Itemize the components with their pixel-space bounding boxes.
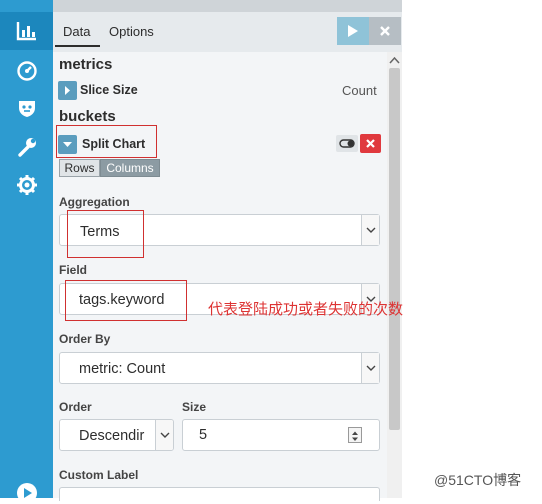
stepper-arrows-icon bbox=[352, 431, 358, 441]
chevron-down-icon bbox=[160, 432, 170, 438]
watermark: @51CTO博客 bbox=[434, 472, 522, 488]
side-nav bbox=[0, 0, 53, 503]
field-highlight bbox=[65, 280, 187, 321]
aggregation-label: Aggregation bbox=[59, 195, 130, 209]
agg-enable-toggle[interactable] bbox=[336, 135, 358, 152]
field-label: Field bbox=[59, 263, 88, 277]
toggle-icon bbox=[339, 139, 355, 148]
chevron-right-icon bbox=[65, 86, 70, 95]
custom-label-input[interactable] bbox=[59, 487, 380, 501]
custom-label-label: Custom Label bbox=[59, 468, 139, 482]
size-stepper[interactable] bbox=[348, 427, 362, 443]
tab-options[interactable]: Options bbox=[109, 24, 154, 39]
order-by-dropdown[interactable] bbox=[361, 353, 379, 383]
aggregation-dropdown[interactable] bbox=[361, 215, 379, 245]
gear-icon[interactable] bbox=[16, 174, 38, 196]
remove-agg-button[interactable] bbox=[360, 134, 381, 153]
discard-button[interactable] bbox=[369, 17, 401, 45]
slice-size-toggle[interactable] bbox=[58, 81, 77, 100]
tab-data[interactable]: Data bbox=[63, 24, 90, 39]
size-label: Size bbox=[182, 400, 207, 414]
order-label: Order bbox=[59, 400, 92, 414]
tab-data-underline bbox=[55, 45, 100, 47]
dashboard-icon[interactable] bbox=[16, 60, 38, 82]
order-by-value: metric: Count bbox=[79, 361, 166, 377]
order-value: Descendir bbox=[79, 428, 145, 444]
panel-top-strip bbox=[53, 0, 402, 12]
field-annotation: 代表登陆成功或者失败的次数 bbox=[208, 301, 404, 318]
buckets-heading: buckets bbox=[59, 108, 116, 125]
metrics-heading: metrics bbox=[59, 56, 113, 73]
play-icon[interactable] bbox=[16, 482, 38, 504]
size-value: 5 bbox=[199, 427, 208, 443]
wrench-icon[interactable] bbox=[16, 136, 38, 158]
split-chart-highlight bbox=[56, 125, 157, 158]
scrollbar-thumb[interactable] bbox=[389, 68, 400, 430]
timelion-icon[interactable] bbox=[16, 97, 38, 119]
chevron-down-icon bbox=[366, 227, 376, 233]
rows-button[interactable]: Rows bbox=[59, 159, 100, 177]
scroll-up-icon[interactable] bbox=[389, 56, 400, 64]
aggregation-highlight bbox=[67, 210, 144, 258]
order-dropdown[interactable] bbox=[155, 420, 173, 450]
apply-button[interactable] bbox=[337, 17, 369, 45]
close-icon bbox=[380, 26, 390, 36]
close-icon bbox=[366, 139, 375, 148]
chevron-down-icon bbox=[366, 365, 376, 371]
play-icon bbox=[348, 25, 358, 37]
order-by-label: Order By bbox=[59, 332, 111, 346]
slice-size-label: Slice Size bbox=[80, 83, 138, 97]
slice-size-value: Count bbox=[342, 83, 377, 98]
columns-button[interactable]: Columns bbox=[100, 159, 160, 177]
visualize-icon[interactable] bbox=[16, 20, 38, 42]
